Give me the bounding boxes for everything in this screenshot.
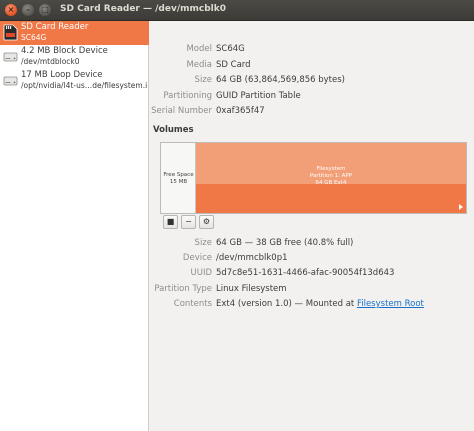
volume-toolbar: ■ − ⚙	[160, 215, 467, 231]
uuid-label: UUID	[190, 268, 213, 278]
contents-text: Ext4 (version 1.0) — Mounted at	[216, 299, 357, 309]
drive-icon	[3, 52, 18, 62]
drive-icon	[3, 76, 18, 86]
maximize-button[interactable]: □	[39, 4, 51, 16]
partition-size-value: 64 GB — 38 GB free (40.8% full)	[216, 238, 354, 248]
filesystem-root-link[interactable]: Filesystem Root	[357, 299, 424, 309]
contents-value: Ext4 (version 1.0) — Mounted at Filesyst…	[216, 299, 424, 309]
serial-value: 0xaf365f47	[216, 106, 265, 116]
sidebar-item-label: SD Card Reader	[21, 22, 89, 32]
sidebar-item-loop-device[interactable]: 17 MB Loop Device /opt/nvidia/l4t-us…de/…	[0, 69, 149, 93]
device-row: Device /dev/mmcblk0p1	[150, 253, 474, 266]
settings-gear-button[interactable]: ⚙	[199, 215, 214, 229]
partitioning-row: Partitioning GUID Partition Table	[150, 91, 474, 104]
sidebar-item-block-device[interactable]: 4.2 MB Block Device /dev/mtdblock0	[0, 45, 149, 69]
uuid-row: UUID 5d7c8e51-1631-4466-afac-90054f13d64…	[150, 268, 474, 281]
device-sidebar: SD Card Reader SC64G 4.2 MB Block Device…	[0, 21, 149, 431]
sd-card-icon	[3, 24, 18, 41]
partition-type-key: Partition Type	[154, 284, 212, 294]
play-arrow-icon	[459, 204, 463, 210]
partition-segment[interactable]: Filesystem Partition 1: APP 64 GB Ext4	[196, 143, 466, 213]
sidebar-item-label: 4.2 MB Block Device	[21, 46, 108, 56]
partition-size-label: 64 GB Ext4	[315, 180, 347, 186]
sidebar-item-sublabel: /opt/nvidia/l4t-us…de/filesystem.img	[21, 81, 147, 90]
size-row: Size 64 GB (63,864,569,856 bytes)	[150, 75, 474, 88]
partition-size-row: Size 64 GB — 38 GB free (40.8% full)	[150, 238, 474, 251]
volume-map: Free Space 15 MB Filesystem Partition 1:…	[160, 142, 467, 214]
media-row: Media SD Card	[150, 60, 474, 73]
volumes-heading: Volumes	[153, 125, 194, 135]
media-label: Media	[186, 60, 212, 70]
contents-label: Contents	[173, 299, 212, 309]
media-value: SD Card	[216, 60, 251, 70]
model-row: Model SC64G	[150, 44, 474, 57]
window-title: SD Card Reader — /dev/mmcblk0	[60, 4, 226, 14]
sidebar-item-sublabel: SC64G	[21, 33, 47, 42]
size-label: Size	[194, 75, 212, 85]
partition-type-value: Linux Filesystem	[216, 284, 287, 294]
free-space-segment[interactable]: Free Space 15 MB	[161, 143, 196, 213]
partition-type-row: Partition Type Linux Filesystem	[150, 284, 474, 297]
serial-row: Serial Number 0xaf365f47	[150, 106, 474, 119]
partitioning-value: GUID Partition Table	[216, 91, 301, 101]
sidebar-item-label: 17 MB Loop Device	[21, 70, 103, 80]
partition-type-label: Filesystem	[316, 166, 346, 172]
delete-partition-button[interactable]: −	[181, 215, 196, 229]
partitioning-label: Partitioning	[163, 91, 212, 101]
size-value: 64 GB (63,864,569,856 bytes)	[216, 75, 345, 85]
free-space-label: Free Space	[163, 172, 194, 178]
close-button[interactable]: ×	[5, 4, 17, 16]
partition-name-label: Partition 1: APP	[309, 173, 353, 179]
model-value: SC64G	[216, 44, 245, 54]
title-bar: × – □ SD Card Reader — /dev/mmcblk0	[0, 0, 474, 21]
model-label: Model	[186, 44, 212, 54]
device-label: Device	[182, 253, 212, 263]
uuid-value: 5d7c8e51-1631-4466-afac-90054f13d643	[216, 268, 395, 278]
minimize-button[interactable]: –	[22, 4, 34, 16]
sidebar-item-sublabel: /dev/mtdblock0	[21, 57, 80, 66]
serial-label: Serial Number	[151, 106, 212, 116]
unmount-button[interactable]: ■	[163, 215, 178, 229]
contents-row: Contents Ext4 (version 1.0) — Mounted at…	[150, 299, 474, 312]
sidebar-item-sd-card-reader[interactable]: SD Card Reader SC64G	[0, 21, 149, 45]
free-space-size: 15 MB	[169, 179, 188, 185]
partition-size-key: Size	[194, 238, 212, 248]
device-value: /dev/mmcblk0p1	[216, 253, 288, 263]
drive-details: Model SC64G Media SD Card Size 64 GB (63…	[150, 21, 474, 431]
